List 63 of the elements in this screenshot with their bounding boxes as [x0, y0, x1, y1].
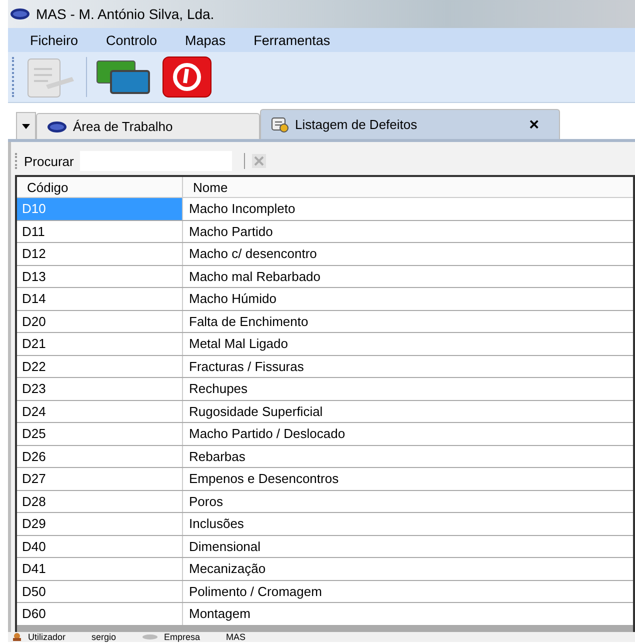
table-cell-text: Macho Partido / Deslocado	[188, 425, 346, 444]
table-cell-text: Macho Húmido	[188, 290, 278, 308]
table-cell: D60	[17, 603, 183, 624]
table-cell: D50	[17, 580, 183, 602]
status-value: sergio	[92, 632, 116, 642]
user-icon	[12, 633, 22, 641]
table-cell: D29	[17, 513, 183, 534]
table-cell-text: Montagem	[188, 605, 252, 624]
table-cell: D22	[17, 356, 183, 377]
table-cell-text: Metal Mal Ligado	[188, 335, 289, 354]
table-cell: D10	[17, 198, 183, 220]
table-cell-text: Macho Partido	[188, 222, 274, 241]
table-cell-text: Empenos e Desencontros	[188, 470, 340, 488]
table-cell: D27	[17, 468, 183, 490]
status-value: MAS	[226, 632, 246, 642]
table-cell-text: Dimensional	[188, 538, 262, 556]
search-label: Procurar	[24, 154, 74, 168]
window-title: MAS - M. António Silva, Lda.	[36, 6, 214, 22]
menu-item[interactable]: Ferramentas	[254, 32, 330, 48]
company-icon	[142, 634, 158, 640]
table-cell-text: Poros	[188, 492, 224, 511]
list-icon	[271, 116, 289, 132]
menu-item[interactable]: Controlo	[106, 32, 158, 48]
tab[interactable]: Listagem de Defeitos ×	[260, 109, 560, 139]
table-cell-text: Macho Incompleto	[188, 200, 296, 218]
table-cell-text: Falta de Enchimento	[188, 312, 310, 331]
caret-icon	[22, 124, 30, 128]
table-cell-text: Polimento / Cromagem	[188, 582, 323, 601]
table-cell-text: Mecanização	[188, 560, 267, 578]
selected-row[interactable]: D10 Macho Incompleto	[17, 198, 633, 220]
status-label: Utilizador	[28, 632, 66, 642]
column-header[interactable]: Nome	[183, 177, 633, 197]
table-cell: D41	[17, 558, 183, 580]
table-cell: D12	[17, 243, 183, 264]
table-cell: D28	[17, 490, 183, 512]
table-cell: D26	[17, 446, 183, 467]
table-cell-text: Fracturas / Fissuras	[188, 358, 305, 376]
table-cell: D21	[17, 333, 183, 354]
table-cell-text: Rugosidade Superficial	[188, 402, 324, 421]
tab[interactable]: Área de Trabalho	[36, 113, 260, 139]
table-cell-text: Inclusões	[188, 515, 245, 534]
close-button[interactable]: ×	[529, 114, 539, 134]
table-cell: D14	[17, 288, 183, 310]
table-cell: D13	[17, 266, 183, 287]
menu-item[interactable]: Mapas	[185, 32, 226, 48]
table-cell-text: Rebarbas	[188, 448, 246, 466]
tab-label: Área de Trabalho	[73, 119, 174, 134]
table-cell: D20	[17, 310, 183, 332]
table-cell: D11	[17, 220, 183, 242]
table-cell: D25	[17, 423, 183, 444]
table-cell-text: Macho mal Rebarbado	[188, 268, 322, 286]
table-cell: D24	[17, 400, 183, 422]
logo-icon	[47, 120, 67, 132]
table-cell: D23	[17, 378, 183, 400]
logo-icon	[10, 8, 30, 20]
menu-item[interactable]: Ficheiro	[30, 32, 78, 48]
table-cell-text: Rechupes	[188, 380, 249, 398]
column-header[interactable]: Código	[17, 177, 183, 197]
table-cell-text: Macho c/ desencontro	[188, 245, 318, 264]
table-cell: D40	[17, 536, 183, 557]
status-label: Empresa	[164, 632, 200, 642]
tab-label: Listagem de Defeitos	[295, 117, 418, 132]
tab-list-dropdown[interactable]	[16, 112, 36, 139]
